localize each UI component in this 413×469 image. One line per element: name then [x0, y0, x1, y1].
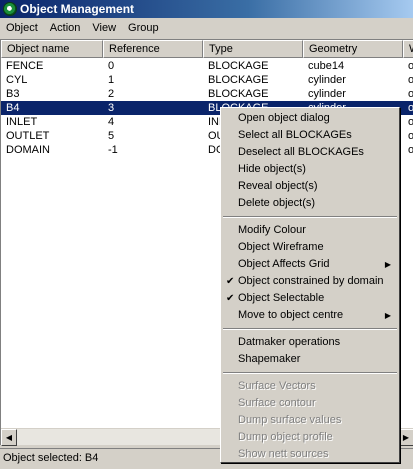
menu-item-label: Move to object centre	[238, 309, 344, 321]
menu-item-label: Select all BLOCKAGEs	[238, 129, 352, 141]
column-header-w[interactable]: W	[403, 40, 413, 58]
cell-reference: -1	[108, 144, 118, 156]
menu-item-label: Dump surface values	[238, 414, 342, 426]
cell-w: o	[408, 102, 413, 114]
cell-object-name: DOMAIN	[6, 144, 50, 156]
submenu-arrow-icon: ▶	[384, 311, 391, 320]
cell-object-name: OUTLET	[6, 130, 50, 142]
menu-view[interactable]: View	[86, 19, 122, 37]
menu-item-label: Surface contour	[238, 397, 316, 409]
cell-reference: 4	[108, 116, 115, 128]
menu-item-label: Reveal object(s)	[238, 180, 318, 192]
table-row[interactable]: B3 2 BLOCKAGE cylinder o	[1, 87, 413, 101]
menu-item-dump-surface-values: Dump surface values	[221, 412, 399, 429]
menu-item-object-constrained-by-domain[interactable]: ✔ Object constrained by domain	[221, 273, 399, 290]
menu-separator	[223, 372, 397, 374]
menu-separator	[223, 216, 397, 218]
menu-item-object-affects-grid[interactable]: Object Affects Grid ▶	[221, 256, 399, 273]
menu-item-label: Dump object profile	[238, 431, 333, 443]
cell-geometry: cube14	[308, 60, 345, 72]
cell-w: o	[408, 116, 413, 128]
menu-item-surface-vectors: Surface Vectors	[221, 378, 399, 395]
menu-item-surface-contour: Surface contour	[221, 395, 399, 412]
scroll-left-icon: ◀	[5, 433, 13, 442]
cell-reference: 3	[108, 102, 115, 114]
menu-item-label: Deselect all BLOCKAGEs	[238, 146, 364, 158]
menu-item-label: Object Affects Grid	[238, 258, 330, 270]
submenu-arrow-icon: ▶	[384, 260, 391, 269]
column-header-object-name[interactable]: Object name	[1, 40, 103, 58]
menu-item-label: Modify Colour	[238, 224, 306, 236]
check-icon: ✔	[226, 293, 235, 304]
cell-type: BLOCKAGE	[208, 60, 269, 72]
cell-w: o	[408, 144, 413, 156]
menu-item-object-selectable[interactable]: ✔ Object Selectable	[221, 290, 399, 307]
cell-reference: 2	[108, 88, 115, 100]
column-header-type[interactable]: Type	[203, 40, 303, 58]
menu-item-open-object-dialog[interactable]: Open object dialog	[221, 110, 399, 127]
menu-item-label: Object Selectable	[238, 292, 325, 304]
menu-item-label: Surface Vectors	[238, 380, 316, 392]
menu-item-label: Object constrained by domain	[238, 275, 384, 287]
context-menu: Open object dialog Select all BLOCKAGEs De…	[220, 107, 400, 463]
menu-item-select-all-blockages[interactable]: Select all BLOCKAGEs	[221, 127, 399, 144]
table-row[interactable]: CYL 1 BLOCKAGE cylinder o	[1, 73, 413, 87]
column-header-geometry[interactable]: Geometry	[303, 40, 403, 58]
menu-object[interactable]: Object	[0, 19, 44, 37]
status-text: Object selected: B4	[3, 452, 99, 464]
menu-item-hide-object-s[interactable]: Hide object(s)	[221, 161, 399, 178]
cell-w: o	[408, 88, 413, 100]
menu-item-label: Show nett sources	[238, 448, 329, 460]
menu-separator	[223, 328, 397, 330]
cell-object-name: B4	[6, 102, 20, 114]
scroll-right-icon: ▶	[402, 433, 410, 442]
list-header: Object name Reference Type Geometry W	[1, 40, 413, 58]
menu-item-label: Delete object(s)	[238, 197, 316, 209]
menu-item-reveal-object-s[interactable]: Reveal object(s)	[221, 178, 399, 195]
scroll-right-button[interactable]: ▶	[398, 429, 413, 446]
cell-geometry: cylinder	[308, 74, 346, 86]
cell-w: o	[408, 74, 413, 86]
menu-item-delete-object-s[interactable]: Delete object(s)	[221, 195, 399, 212]
menu-item-label: Hide object(s)	[238, 163, 306, 175]
cell-w: o	[408, 130, 413, 142]
cell-object-name: B3	[6, 88, 20, 100]
cell-w: o	[408, 60, 413, 72]
cell-reference: 0	[108, 60, 115, 72]
cell-object-name: CYL	[6, 74, 28, 86]
menu-item-shapemaker[interactable]: Shapemaker	[221, 351, 399, 368]
app-icon	[3, 2, 17, 16]
menu-bar: Object Action View Group	[0, 18, 413, 38]
cell-geometry: cylinder	[308, 88, 346, 100]
menu-item-label: Open object dialog	[238, 112, 330, 124]
menu-item-move-to-object-centre[interactable]: Move to object centre ▶	[221, 307, 399, 324]
cell-type: BLOCKAGE	[208, 88, 269, 100]
window-title: Object Management	[20, 2, 135, 16]
menu-item-object-wireframe[interactable]: Object Wireframe	[221, 239, 399, 256]
title-bar: Object Management	[0, 0, 413, 18]
cell-type: BLOCKAGE	[208, 74, 269, 86]
table-row[interactable]: FENCE 0 BLOCKAGE cube14 o	[1, 59, 413, 73]
cell-reference: 5	[108, 130, 115, 142]
menu-item-dump-object-profile: Dump object profile	[221, 429, 399, 446]
column-header-reference[interactable]: Reference	[103, 40, 203, 58]
menu-item-deselect-all-blockages[interactable]: Deselect all BLOCKAGEs	[221, 144, 399, 161]
menu-group[interactable]: Group	[122, 19, 165, 37]
cell-object-name: INLET	[6, 116, 38, 128]
menu-item-modify-colour[interactable]: Modify Colour	[221, 222, 399, 239]
scroll-left-button[interactable]: ◀	[1, 429, 17, 446]
cell-reference: 1	[108, 74, 115, 86]
menu-item-label: Shapemaker	[238, 353, 301, 365]
cell-object-name: FENCE	[6, 60, 44, 72]
check-icon: ✔	[226, 276, 235, 287]
menu-item-datmaker-operations[interactable]: Datmaker operations	[221, 334, 399, 351]
menu-item-label: Object Wireframe	[238, 241, 324, 253]
menu-item-show-nett-sources: Show nett sources	[221, 446, 399, 463]
menu-action[interactable]: Action	[44, 19, 87, 37]
menu-item-label: Datmaker operations	[238, 336, 341, 348]
